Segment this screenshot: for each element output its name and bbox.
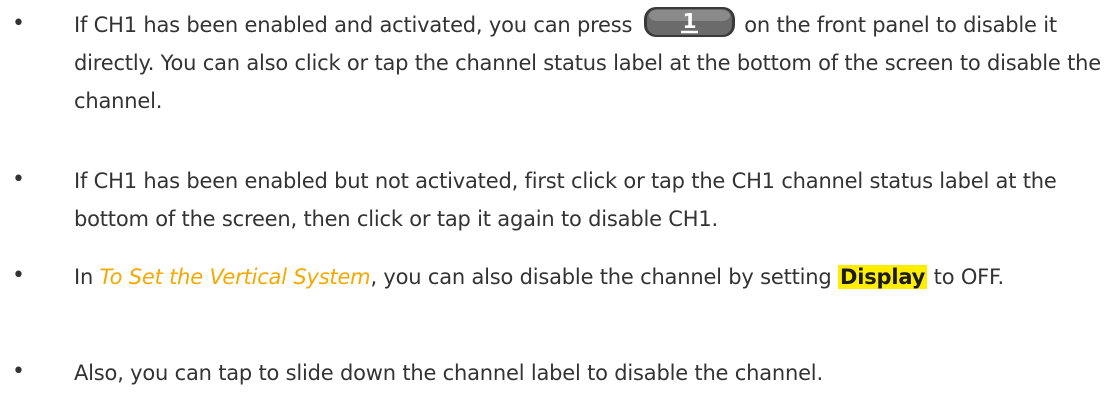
bullet-text-1: If CH1 has been enabled and activated, y… — [74, 6, 1114, 120]
channel-1-key-label: 1 — [682, 9, 696, 33]
bullet-3-text-middle: , you can also disable the channel by se… — [370, 265, 838, 289]
bullet-text-2: If CH1 has been enabled but not activate… — [74, 169, 1057, 231]
document-page: • If CH1 has been enabled and activated,… — [0, 0, 1117, 395]
bullet-text-4: Also, you can tap to slide down the chan… — [74, 361, 823, 385]
bullet-marker: • — [12, 167, 25, 192]
bullet-marker: • — [12, 11, 25, 36]
bullet-marker: • — [12, 359, 25, 384]
bullet-1-text-before: If CH1 has been enabled and activated, y… — [74, 13, 639, 37]
bullet-marker: • — [12, 263, 25, 288]
vertical-system-link[interactable]: To Set the Vertical System — [100, 265, 371, 289]
channel-1-key-icon: 1 — [643, 6, 736, 38]
bullet-3-text-before: In — [74, 265, 100, 289]
bullet-3-text-after: to OFF. — [927, 265, 1005, 289]
bullet-text-3: In To Set the Vertical System, you can a… — [74, 258, 1114, 296]
display-highlight: Display — [838, 265, 928, 289]
